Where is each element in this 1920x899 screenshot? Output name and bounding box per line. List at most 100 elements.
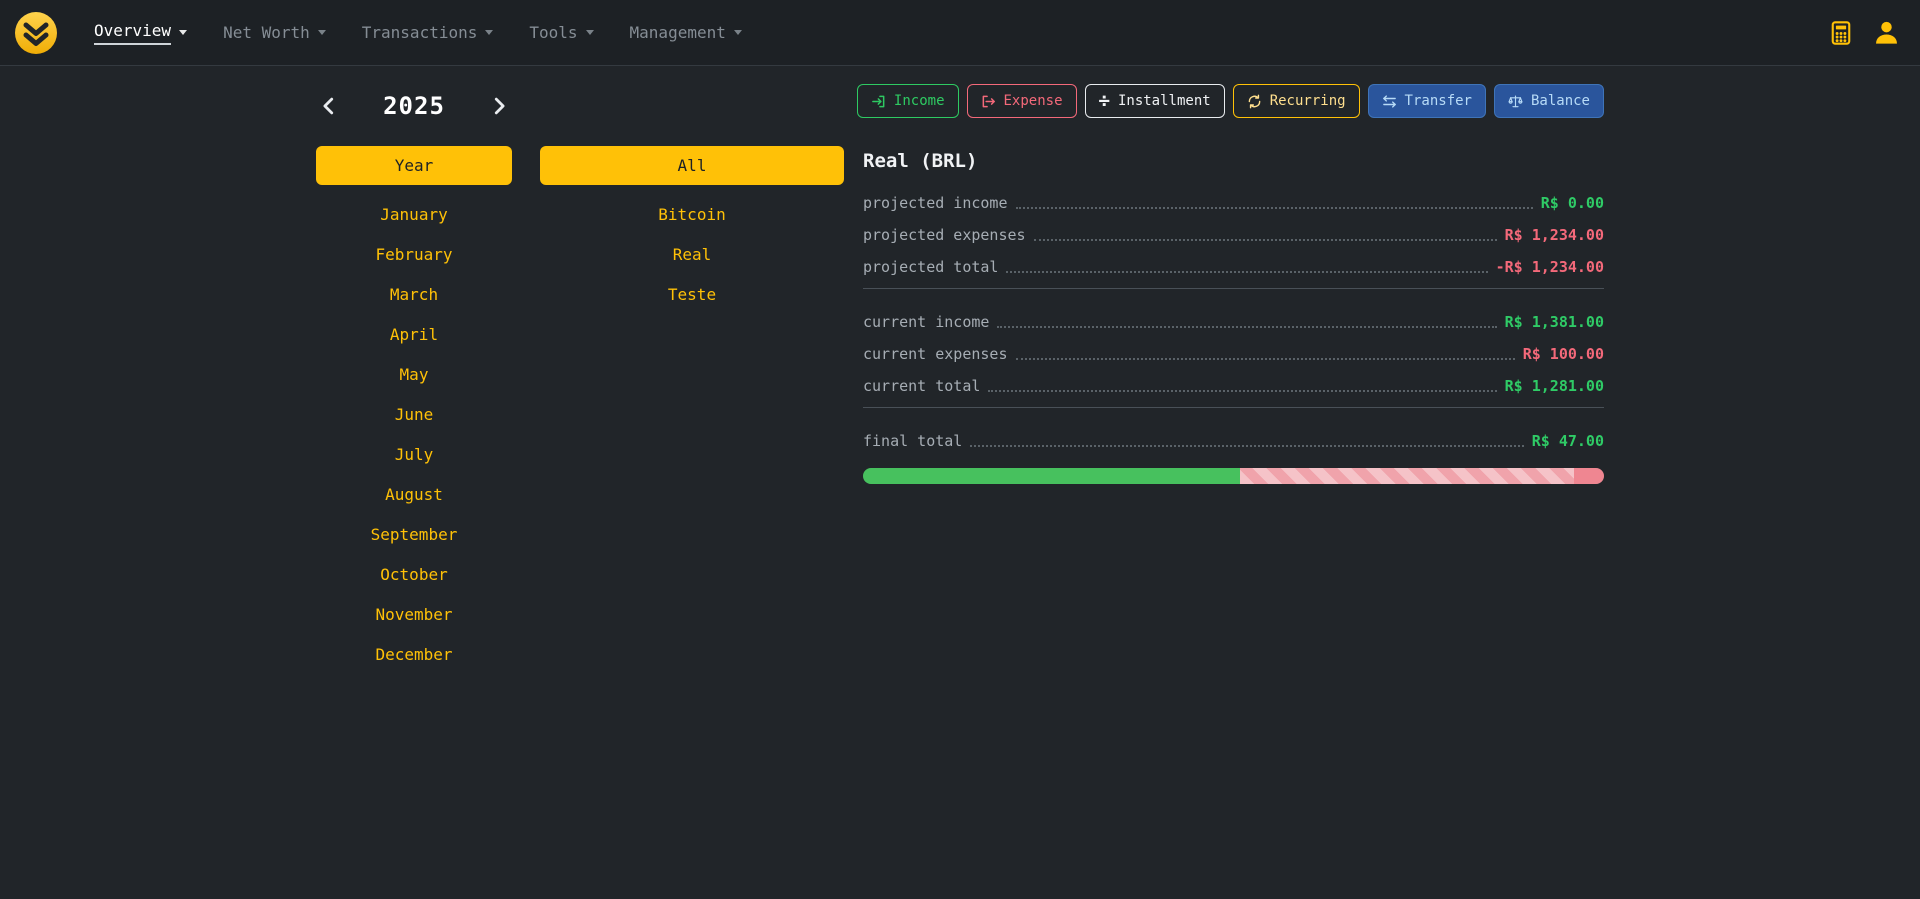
summary-title: Real (BRL) — [863, 150, 1604, 172]
chevron-down-icon — [318, 30, 326, 35]
main-nav: Overview Net Worth Transactions Tools Ma… — [76, 0, 760, 65]
app-logo[interactable] — [14, 11, 58, 55]
account-list: Bitcoin Real Teste — [540, 205, 844, 305]
row-label: current total — [863, 376, 980, 397]
dotted-leader — [1016, 207, 1533, 209]
year-navigator: 2025 — [316, 84, 512, 128]
summary-row-projected-total: projected total -R$ 1,234.00 — [863, 246, 1604, 278]
month-november-link[interactable]: November — [375, 605, 452, 625]
calculator-icon[interactable] — [1829, 21, 1853, 45]
prev-year-button[interactable] — [316, 93, 342, 119]
nav-overview[interactable]: Overview — [76, 0, 205, 65]
row-value: R$ 1,381.00 — [1505, 312, 1604, 333]
month-list: January February March April May June Ju… — [316, 205, 512, 665]
main-content: 2025 Year January February March April M… — [316, 66, 1604, 665]
expense-icon — [981, 94, 996, 109]
all-accounts-button[interactable]: All — [540, 146, 844, 185]
progress-green-segment — [863, 468, 1240, 484]
month-june-link[interactable]: June — [395, 405, 434, 425]
transfer-filter-button[interactable]: Transfer — [1368, 84, 1486, 118]
month-february-link[interactable]: February — [375, 245, 452, 265]
period-account-panel: 2025 Year January February March April M… — [316, 84, 844, 665]
month-december-link[interactable]: December — [375, 645, 452, 665]
summary-row-final-total: final total R$ 47.00 — [863, 420, 1604, 452]
row-label: final total — [863, 431, 962, 452]
summary-panel: Income Expense ÷ Installment — [863, 84, 1604, 665]
nav-tools-label: Tools — [529, 23, 577, 42]
income-filter-label: Income — [894, 93, 945, 109]
recurring-icon — [1247, 94, 1262, 109]
month-september-link[interactable]: September — [371, 525, 458, 545]
recurring-filter-button[interactable]: Recurring — [1233, 84, 1360, 118]
balance-filter-button[interactable]: Balance — [1494, 84, 1604, 118]
expense-filter-button[interactable]: Expense — [967, 84, 1077, 118]
nav-management-label: Management — [630, 23, 726, 42]
months-column: 2025 Year January February March April M… — [316, 84, 512, 665]
dotted-leader — [1034, 239, 1497, 241]
account-real-link[interactable]: Real — [673, 245, 712, 265]
account-bitcoin-link[interactable]: Bitcoin — [658, 205, 725, 225]
row-label: current income — [863, 312, 989, 333]
recurring-filter-label: Recurring — [1270, 93, 1346, 109]
summary-row-projected-income: projected income R$ 0.00 — [863, 182, 1604, 214]
row-value: -R$ 1,234.00 — [1496, 257, 1604, 278]
row-label: projected expenses — [863, 225, 1026, 246]
summary-row-projected-expenses: projected expenses R$ 1,234.00 — [863, 214, 1604, 246]
user-icon[interactable] — [1873, 19, 1900, 46]
chevron-down-icon — [586, 30, 594, 35]
progress-striped-segment — [1240, 468, 1574, 484]
month-july-link[interactable]: July — [395, 445, 434, 465]
installment-filter-button[interactable]: ÷ Installment — [1085, 84, 1225, 118]
division-icon: ÷ — [1099, 94, 1110, 108]
dotted-leader — [1016, 358, 1515, 360]
dotted-leader — [997, 326, 1496, 328]
row-value: R$ 1,281.00 — [1505, 376, 1604, 397]
transaction-filters: Income Expense ÷ Installment — [863, 84, 1604, 118]
divider — [863, 288, 1604, 289]
account-teste-link[interactable]: Teste — [668, 285, 716, 305]
balance-scale-icon — [1508, 94, 1523, 109]
transfer-filter-label: Transfer — [1405, 93, 1472, 109]
nav-overview-label: Overview — [94, 21, 171, 45]
nav-tools[interactable]: Tools — [511, 0, 611, 65]
chevron-right-icon — [488, 95, 510, 117]
month-january-link[interactable]: January — [380, 205, 447, 225]
chevron-down-icon — [734, 30, 742, 35]
row-value: R$ 100.00 — [1523, 344, 1604, 365]
nav-net-worth[interactable]: Net Worth — [205, 0, 344, 65]
dotted-leader — [988, 390, 1496, 392]
accounts-column: All Bitcoin Real Teste — [540, 84, 844, 665]
year-button[interactable]: Year — [316, 146, 512, 185]
month-may-link[interactable]: May — [400, 365, 429, 385]
nav-management[interactable]: Management — [612, 0, 760, 65]
income-filter-button[interactable]: Income — [857, 84, 959, 118]
transfer-icon — [1382, 94, 1397, 109]
income-icon — [871, 94, 886, 109]
row-value: R$ 1,234.00 — [1505, 225, 1604, 246]
dotted-leader — [970, 445, 1523, 447]
summary-row-current-expenses: current expenses R$ 100.00 — [863, 333, 1604, 365]
divider — [863, 407, 1604, 408]
nav-net-worth-label: Net Worth — [223, 23, 310, 42]
expense-filter-label: Expense — [1004, 93, 1063, 109]
summary-row-current-income: current income R$ 1,381.00 — [863, 301, 1604, 333]
month-august-link[interactable]: August — [385, 485, 443, 505]
chevron-down-icon — [485, 30, 493, 35]
row-label: projected total — [863, 257, 998, 278]
progress-red-segment — [1574, 468, 1604, 484]
nav-transactions[interactable]: Transactions — [344, 0, 512, 65]
dotted-leader — [1006, 271, 1487, 273]
logo-icon — [14, 11, 58, 55]
next-year-button[interactable] — [486, 93, 512, 119]
row-label: current expenses — [863, 344, 1008, 365]
month-march-link[interactable]: March — [390, 285, 438, 305]
month-april-link[interactable]: April — [390, 325, 438, 345]
month-october-link[interactable]: October — [380, 565, 447, 585]
year-label: 2025 — [383, 92, 445, 120]
chevron-left-icon — [318, 95, 340, 117]
chevron-down-icon — [179, 30, 187, 35]
navbar-actions — [1829, 19, 1906, 46]
row-label: projected income — [863, 193, 1008, 214]
row-value: R$ 0.00 — [1541, 193, 1604, 214]
summary-row-current-total: current total R$ 1,281.00 — [863, 365, 1604, 397]
